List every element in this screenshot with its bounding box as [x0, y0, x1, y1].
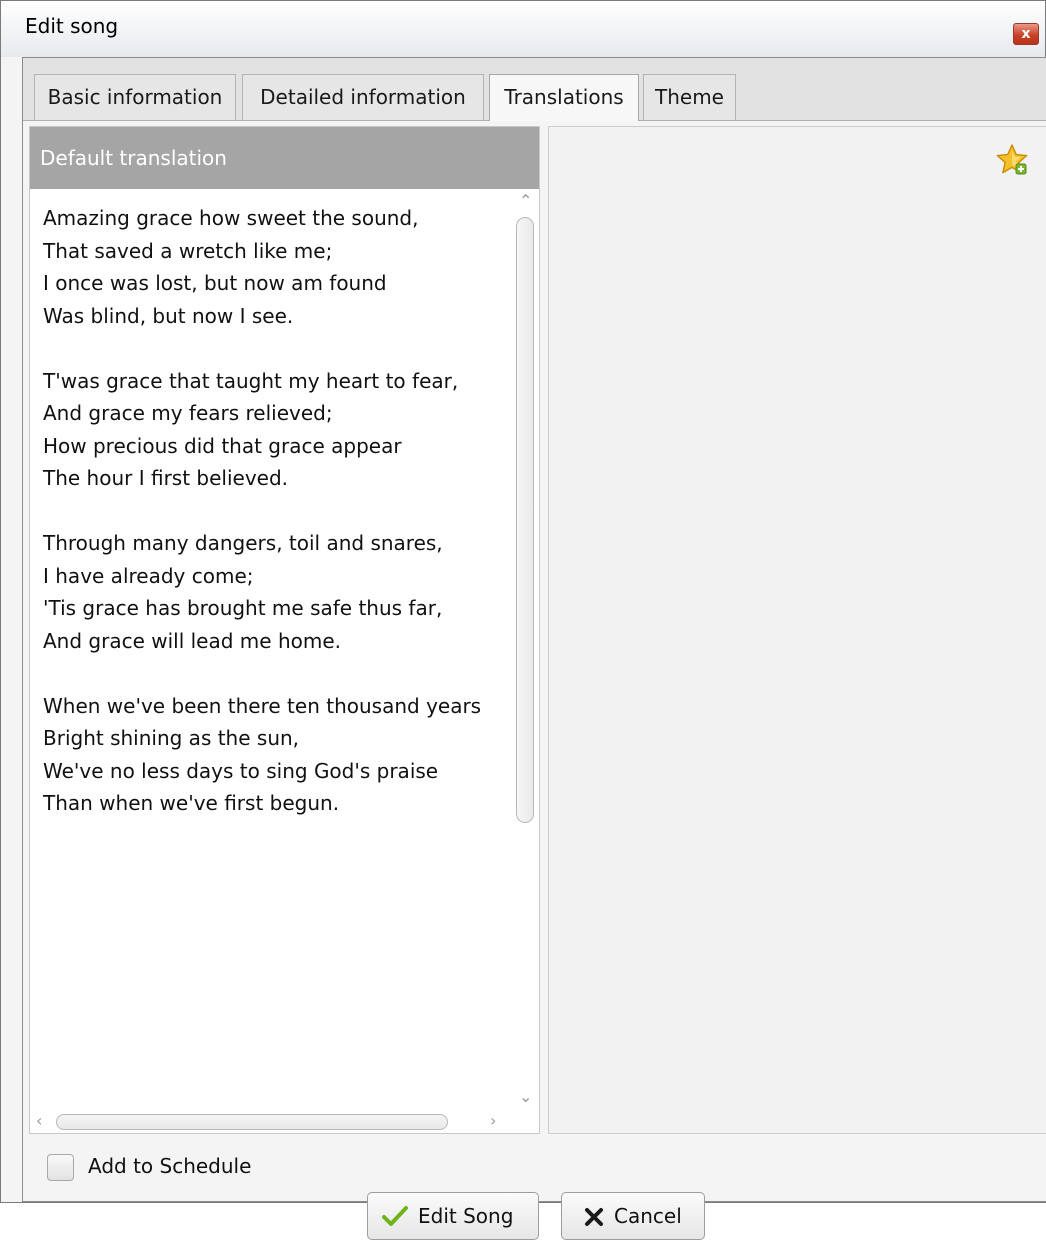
scroll-right-arrow-icon[interactable]: ›: [490, 1111, 496, 1130]
translation-editor-pane: Default translation Amazing grace how sw…: [29, 126, 540, 1134]
horizontal-scroll-thumb[interactable]: [56, 1114, 448, 1130]
scroll-left-arrow-icon[interactable]: ‹: [36, 1111, 42, 1130]
add-to-schedule-label[interactable]: Add to Schedule: [88, 1154, 251, 1178]
add-to-schedule-checkbox[interactable]: [47, 1154, 74, 1181]
checkmark-icon: [382, 1206, 408, 1226]
dialog-content: Basic information Detailed information T…: [22, 57, 1046, 1240]
close-icon: x: [1021, 26, 1031, 42]
translation-header[interactable]: Default translation: [30, 127, 539, 189]
title-bar: Edit song x: [1, 1, 1045, 57]
edit-song-button[interactable]: Edit Song: [367, 1192, 539, 1240]
scroll-down-arrow-icon[interactable]: ⌄: [519, 1087, 532, 1106]
close-button[interactable]: x: [1013, 23, 1039, 45]
tab-basic-information[interactable]: Basic information: [34, 74, 236, 120]
cancel-label: Cancel: [614, 1204, 682, 1228]
edit-song-dialog: Edit song x Basic information Detailed i…: [0, 0, 1046, 1240]
translations-list-pane: [548, 126, 1046, 1134]
x-icon: [585, 1208, 603, 1226]
horizontal-scrollbar[interactable]: ‹ ›: [30, 1111, 515, 1133]
edit-song-label: Edit Song: [418, 1204, 514, 1228]
vertical-scrollbar[interactable]: ⌃ ⌄: [514, 191, 538, 1111]
lyrics-text-area[interactable]: Amazing grace how sweet the sound, That …: [43, 202, 523, 820]
window-title: Edit song: [25, 14, 119, 38]
tab-detailed-information[interactable]: Detailed information: [242, 74, 484, 120]
tab-translations[interactable]: Translations: [489, 74, 639, 121]
cancel-button[interactable]: Cancel: [561, 1192, 705, 1240]
scroll-up-arrow-icon[interactable]: ⌃: [519, 191, 532, 210]
dialog-footer: Add to Schedule Edit Song Cancel: [23, 1134, 1046, 1240]
tab-bar: Basic information Detailed information T…: [23, 58, 1046, 121]
vertical-scroll-thumb[interactable]: [516, 217, 534, 823]
tab-theme[interactable]: Theme: [643, 74, 736, 120]
star-icon[interactable]: [995, 143, 1029, 177]
